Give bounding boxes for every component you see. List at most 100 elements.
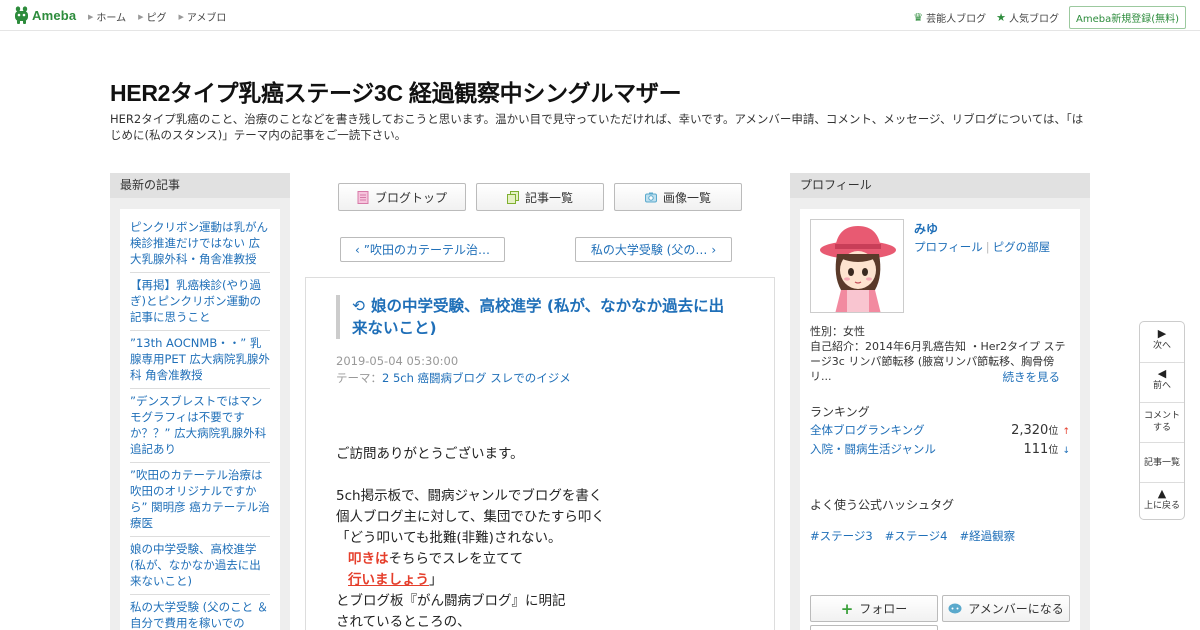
nav-ameblo[interactable]: ▶ アメブロ bbox=[178, 9, 227, 25]
global-header: Ameba ▶ ホーム ▶ ピグ ▶ アメブロ ♛ 芸能人ブログ ★ 人気ブログ Ameb… bbox=[0, 0, 1200, 31]
float-comment-button[interactable]: コメントする bbox=[1140, 410, 1184, 434]
float-prev-button[interactable]: ◀ 前へ bbox=[1140, 368, 1184, 392]
blog-top-button[interactable]: ブログトップ bbox=[338, 183, 466, 211]
nav-pigg[interactable]: ▶ ピグ bbox=[138, 9, 167, 25]
chevron-right-icon: › bbox=[711, 242, 717, 257]
article-line: ご訪問ありがとうございます。 bbox=[336, 446, 524, 462]
article-title-text: 娘の中学受験、高校進学 (私が、なかなか過去に出来ないこと) bbox=[352, 297, 725, 337]
article-theme: テーマ：2 5ch 癌闘病ブログ スレでのイジメ bbox=[336, 370, 571, 386]
recent-article-link[interactable]: ”13th AOCNMB・・” 乳腺専用PET 広大病院乳腺外科 角舎准教授 bbox=[130, 331, 270, 389]
image-list-button[interactable]: 画像一覧 bbox=[614, 183, 742, 211]
copy-icon bbox=[506, 190, 519, 204]
play-right-icon: ▶ bbox=[1157, 327, 1167, 340]
float-comment-label: コメントする bbox=[1144, 411, 1181, 433]
recent-article-link[interactable]: ”吹田のカテーテル治療は吹田のオリジナルですから” 関明彦 癌カテーテル治療医 bbox=[130, 463, 270, 537]
emphasis-text: 叩きは bbox=[348, 551, 389, 567]
amember-button[interactable]: アメンバーになる bbox=[942, 595, 1070, 622]
hashtag-link[interactable]: #ステージ3 bbox=[810, 528, 873, 544]
caret-right-icon: ▶ bbox=[138, 12, 144, 21]
ranking-row: 入院・闘病生活ジャンル 111位 ↓ bbox=[810, 441, 1070, 457]
amember-label: アメンバーになる bbox=[968, 602, 1064, 616]
profile-gender: 性別：女性 bbox=[810, 325, 865, 338]
crown-icon: ♛ bbox=[913, 11, 924, 24]
nav-pigg-label: ピグ bbox=[146, 13, 167, 24]
ranking-number: 2,320 bbox=[1011, 423, 1049, 438]
pigg-room-link[interactable]: ピグの部屋 bbox=[993, 240, 1051, 254]
profile-name[interactable]: みゆ bbox=[914, 220, 938, 237]
nav-home[interactable]: ▶ ホーム bbox=[88, 9, 127, 25]
article-line: 行いましょう」 bbox=[336, 570, 756, 591]
profile-link[interactable]: プロフィール bbox=[914, 240, 983, 254]
article-line: されているところの、 bbox=[336, 614, 471, 630]
next-article-label: 私の大学受験 (父の… bbox=[590, 243, 708, 257]
follow-button[interactable]: + フォロー bbox=[810, 595, 938, 622]
ameba-logo[interactable]: Ameba bbox=[14, 6, 76, 24]
ranking-value: 2,320位 ↑ bbox=[1011, 422, 1070, 438]
article-title-block: ⟲ 娘の中学受験、高校進学 (私が、なかなか過去に出来ないこと) bbox=[336, 295, 736, 339]
next-article-button[interactable]: 私の大学受験 (父の… › bbox=[575, 237, 732, 262]
article-list-button[interactable]: 記事一覧 bbox=[476, 183, 604, 211]
ranking-number: 111 bbox=[1023, 442, 1049, 457]
hashtag-list: #ステージ3 #ステージ4 #経過観察 bbox=[810, 528, 1015, 544]
article-theme-label: テーマ： bbox=[336, 371, 382, 385]
popular-blog-link[interactable]: ★ 人気ブログ bbox=[996, 10, 1059, 25]
camera-icon bbox=[644, 192, 657, 202]
triangle-up-icon: ▲ bbox=[1157, 487, 1167, 500]
recent-article-link[interactable]: 私の大学受験 (父のこと ＆ 自分で費用を稼いでの bbox=[130, 595, 270, 630]
trend-up-icon: ↑ bbox=[1062, 427, 1070, 437]
hashtag-heading: よく使う公式ハッシュタグ bbox=[810, 498, 955, 512]
avatar-girl-icon bbox=[811, 220, 903, 312]
article-line-text: そちらでスレを立てて bbox=[388, 551, 524, 567]
profile-box: みゆ プロフィール | ピグの部屋 性別：女性 自己紹介：2014年6月乳癌告知 ・… bbox=[800, 209, 1080, 630]
profile-extra-button[interactable] bbox=[810, 625, 938, 630]
popular-blog-label: 人気ブログ bbox=[1008, 14, 1059, 25]
plus-icon: + bbox=[840, 599, 854, 618]
recent-article-link[interactable]: 【再掲】乳癌検診(やり過ぎ)とピンクリボン運動の記事に思うこと bbox=[130, 273, 270, 331]
article-line: とブログ板『がん闘病ブログ』に明記 bbox=[336, 593, 566, 609]
float-article-list-button[interactable]: 記事一覧 bbox=[1140, 457, 1184, 469]
float-top-label: 上に戻る bbox=[1143, 501, 1180, 511]
nav-ameblo-label: アメブロ bbox=[186, 13, 227, 24]
trend-down-icon: ↓ bbox=[1062, 446, 1070, 456]
float-next-button[interactable]: ▶ 次へ bbox=[1140, 328, 1184, 352]
ranking-value: 111位 ↓ bbox=[1023, 441, 1070, 457]
hashtag-link[interactable]: #ステージ4 bbox=[885, 528, 948, 544]
ranking-unit: 位 bbox=[1048, 445, 1059, 456]
recent-article-link[interactable]: ”デンスブレストではマンモグラフィは不要ですか？？” 広大病院乳腺外科 追記あり bbox=[130, 389, 270, 463]
article-line: 5ch掲示板で、闘病ジャンルでブログを書く bbox=[336, 488, 603, 504]
float-top-button[interactable]: ▲ 上に戻る bbox=[1140, 488, 1184, 512]
recent-article-link[interactable]: ピンクリボン運動は乳がん検診推進だけではない 広大乳腺外科・角舎准教授 bbox=[130, 215, 270, 273]
ameba-logo-icon bbox=[15, 6, 28, 24]
avatar[interactable] bbox=[810, 219, 904, 313]
ranking-name[interactable]: 全体ブログランキング bbox=[810, 422, 925, 438]
prev-article-label: ”吹田のカテーテル治… bbox=[363, 243, 491, 257]
read-more-link[interactable]: 続きを見る bbox=[1003, 369, 1061, 385]
caret-right-icon: ▶ bbox=[178, 12, 184, 21]
ranking-unit: 位 bbox=[1048, 426, 1059, 437]
celebrity-blog-link[interactable]: ♛ 芸能人ブログ bbox=[913, 10, 986, 25]
prev-article-button[interactable]: ‹ ”吹田のカテーテル治… bbox=[340, 237, 505, 262]
recent-articles-heading: 最新の記事 bbox=[110, 173, 290, 198]
signup-button[interactable]: Ameba新規登録(無料) bbox=[1068, 6, 1186, 29]
recent-articles-list: ピンクリボン運動は乳がん検診推進だけではない 広大乳腺外科・角舎准教授 【再掲】… bbox=[120, 209, 280, 630]
blog-top-label: ブログトップ bbox=[374, 190, 447, 205]
article-line: 個人ブログ主に対して、集団でひたすら叩く bbox=[336, 509, 605, 525]
article-theme-link[interactable]: 2 5ch 癌闘病ブログ スレでのイジメ bbox=[382, 371, 571, 385]
hashtag-link[interactable]: #経過観察 bbox=[959, 528, 1015, 544]
article-date: 2019-05-04 05:30:00 bbox=[336, 354, 459, 368]
logo-text: Ameba bbox=[32, 7, 77, 23]
article-title[interactable]: ⟲ 娘の中学受験、高校進学 (私が、なかなか過去に出来ないこと) bbox=[352, 295, 736, 339]
separator: | bbox=[985, 240, 990, 254]
ranking-name[interactable]: 入院・闘病生活ジャンル bbox=[810, 441, 936, 457]
ranking-row: 全体ブログランキング 2,320位 ↑ bbox=[810, 422, 1070, 438]
profile-panel: プロフィール みゆ プロフィール | ピグの部屋 性別：女性 自己紹介：2014… bbox=[790, 173, 1090, 630]
nav-home-label: ホーム bbox=[96, 13, 127, 24]
blog-title[interactable]: HER2タイプ乳癌ステージ3C 経過観察中シングルマザー bbox=[110, 74, 682, 108]
recent-article-link[interactable]: 娘の中学受験、高校進学 (私が、なかなか過去に出来ないこと) bbox=[130, 537, 270, 595]
article: ⟲ 娘の中学受験、高校進学 (私が、なかなか過去に出来ないこと) 2019-05-… bbox=[305, 277, 775, 630]
article-line-text: 」 bbox=[429, 572, 443, 588]
caret-right-icon: ▶ bbox=[88, 12, 94, 21]
global-nav: ▶ ホーム ▶ ピグ ▶ アメブロ bbox=[88, 9, 227, 25]
chevron-left-icon: ‹ bbox=[354, 242, 360, 257]
float-prev-label: 前へ bbox=[1152, 381, 1171, 391]
